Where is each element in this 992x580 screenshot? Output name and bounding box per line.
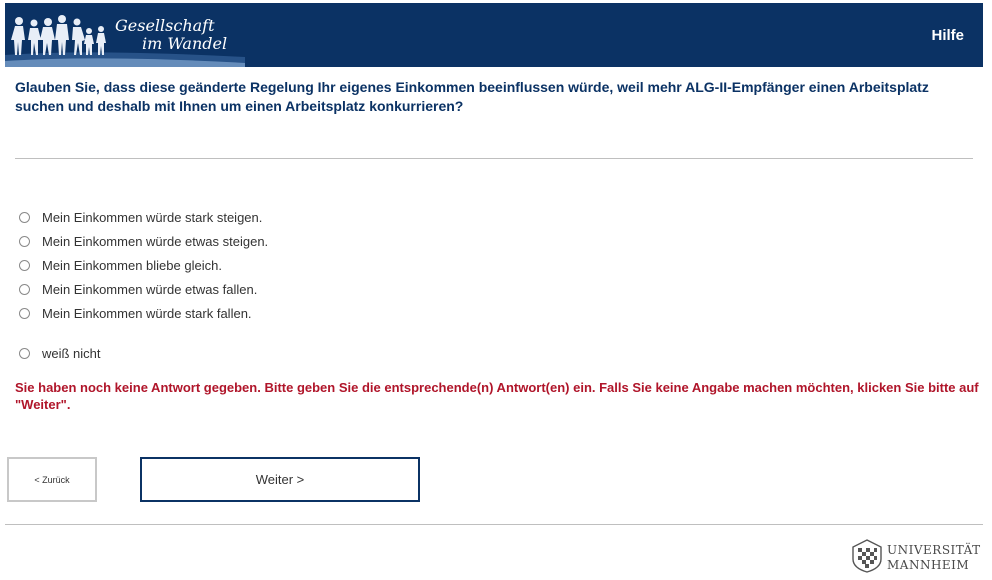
radio-button[interactable] <box>19 307 30 319</box>
footer-divider <box>5 524 983 525</box>
answer-option[interactable]: Mein Einkommen bliebe gleich. <box>19 256 222 274</box>
answer-option[interactable]: Mein Einkommen würde etwas steigen. <box>19 232 268 250</box>
radio-button[interactable] <box>19 347 30 359</box>
university-name-line1: UNIVERSITÄT <box>887 543 981 557</box>
answer-option-dont-know[interactable]: weiß nicht <box>19 344 101 362</box>
divider <box>15 158 973 159</box>
radio-button[interactable] <box>19 235 30 247</box>
answer-option[interactable]: Mein Einkommen würde stark fallen. <box>19 304 252 322</box>
back-button[interactable]: < Zurück <box>7 457 97 502</box>
question-text: Glauben Sie, dass diese geänderte Regelu… <box>15 79 929 114</box>
answer-option-label[interactable]: Mein Einkommen würde stark steigen. <box>42 210 262 225</box>
radio-button[interactable] <box>19 259 30 271</box>
help-link[interactable]: Hilfe <box>931 27 964 44</box>
error-message: Sie haben noch keine Antwort gegeben. Bi… <box>15 380 979 412</box>
university-seal-icon <box>852 539 882 573</box>
answer-option[interactable]: Mein Einkommen würde etwas fallen. <box>19 280 257 298</box>
answer-option-label[interactable]: Mein Einkommen würde etwas fallen. <box>42 282 257 297</box>
university-logo: UNIVERSITÄT MANNHEIM <box>851 538 986 578</box>
survey-page: Gesellschaft im Wandel Hilfe Glauben Sie… <box>0 0 992 580</box>
answer-option-label[interactable]: Mein Einkommen bliebe gleich. <box>42 258 222 273</box>
radio-button[interactable] <box>19 211 30 223</box>
answer-option[interactable]: Mein Einkommen würde stark steigen. <box>19 208 262 226</box>
logo: Gesellschaft im Wandel <box>5 3 245 67</box>
university-name-line2: MANNHEIM <box>887 558 970 572</box>
next-button[interactable]: Weiter > <box>140 457 420 502</box>
answer-option-label[interactable]: Mein Einkommen würde etwas steigen. <box>42 234 268 249</box>
radio-button[interactable] <box>19 283 30 295</box>
answer-option-label[interactable]: weiß nicht <box>42 346 101 361</box>
answer-option-label[interactable]: Mein Einkommen würde stark fallen. <box>42 306 252 321</box>
logo-title-line2: im Wandel <box>142 34 228 53</box>
logo-title-line1: Gesellschaft <box>115 16 215 35</box>
header-bar: Gesellschaft im Wandel Hilfe <box>5 3 983 67</box>
